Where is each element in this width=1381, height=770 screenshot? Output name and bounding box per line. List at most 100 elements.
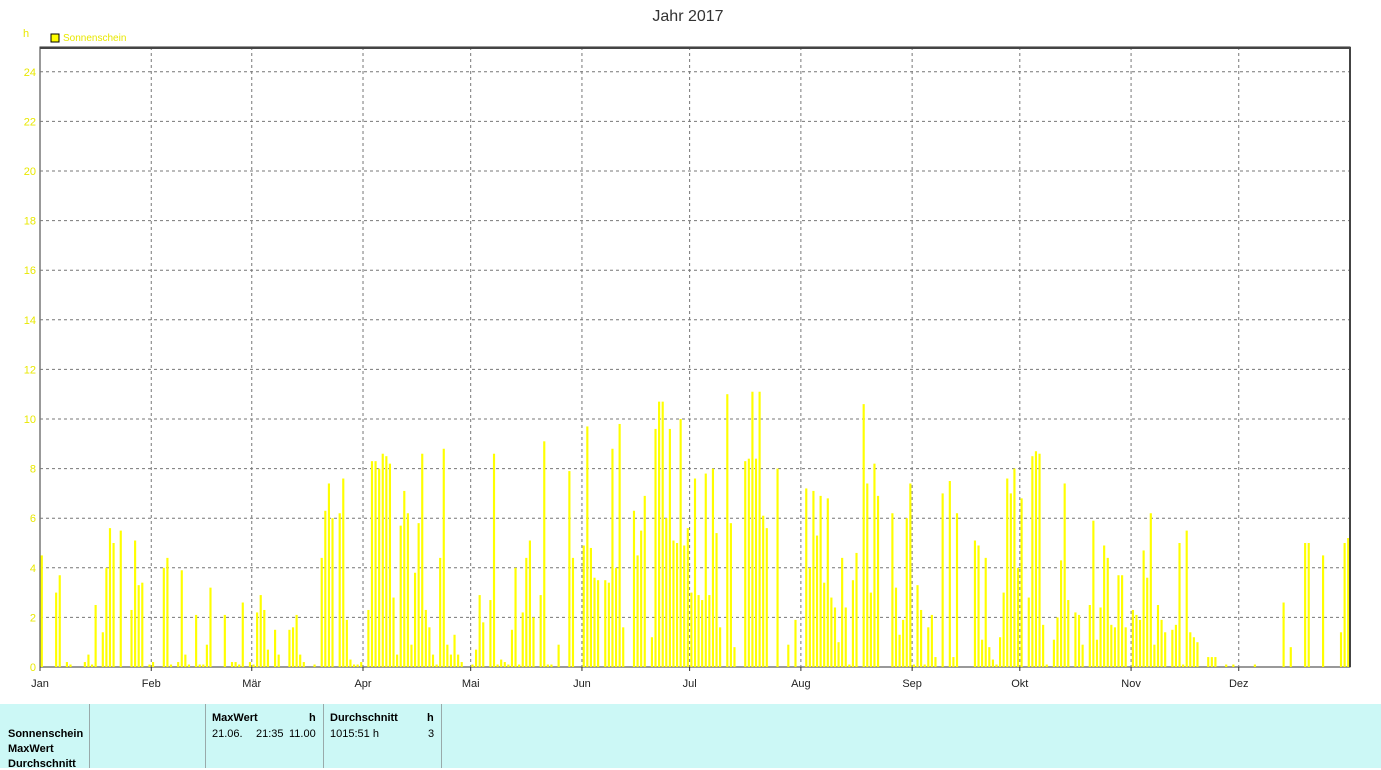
avg-header: Durchschnitt: [330, 712, 398, 724]
bar-day-228: [855, 552, 858, 667]
bar-day-333: [1232, 664, 1235, 667]
x-tick-label-sep: Sep: [902, 678, 922, 690]
bar-day-74: [302, 662, 305, 667]
bar-day-28: [137, 585, 140, 667]
y-tick-label: 12: [24, 364, 36, 376]
bar-day-309: [1146, 577, 1149, 667]
bar-day-155: [593, 577, 596, 667]
bar-day-63: [263, 609, 266, 667]
bar-day-14: [87, 654, 90, 667]
bar-day-221: [830, 597, 833, 667]
bar-day-266: [991, 659, 994, 667]
bar-day-206: [776, 468, 779, 667]
bar-day-169: [643, 495, 646, 667]
bar-day-138: [532, 617, 535, 667]
bar-day-192: [726, 394, 729, 667]
bar-day-141: [543, 441, 546, 667]
bar-day-99: [392, 597, 395, 667]
x-tick-label-nov: Nov: [1121, 678, 1141, 690]
bar-day-327: [1210, 657, 1213, 667]
x-axis-ticks: Jan Feb Mär Apr Mai Jun Jul Aug Sep Okt Nov Dez: [31, 667, 1249, 690]
chart-title: Jahr 2017: [652, 8, 723, 25]
bar-day-216: [812, 490, 815, 667]
bar-day-219: [823, 582, 826, 667]
bar-day-300: [1113, 627, 1116, 667]
bar-day-317: [1174, 624, 1178, 667]
bar-day-168: [640, 530, 643, 667]
bar-day-358: [1322, 555, 1325, 667]
bar-day-331: [1225, 664, 1228, 667]
bar-day-161: [614, 567, 618, 667]
bar-day-109: [428, 627, 431, 667]
bar-day-134: [518, 664, 521, 667]
bar-day-254: [948, 481, 951, 667]
bar-day-44: [195, 614, 198, 667]
max-unit: h: [309, 712, 316, 724]
bar-day-178: [675, 543, 679, 667]
bar-day-233: [873, 463, 876, 667]
bar-day-312: [1156, 605, 1160, 667]
avg-total: 1015:51 h: [330, 728, 379, 740]
bar-day-307: [1138, 619, 1142, 667]
bar-day-318: [1178, 543, 1181, 667]
y-tick-label: 0: [30, 662, 36, 674]
bar-day-107: [421, 453, 424, 667]
bar-day-294: [1092, 520, 1095, 667]
x-tick-label-okt: Okt: [1011, 678, 1028, 690]
bar-day-13: [83, 662, 86, 667]
legend-swatch: [50, 33, 60, 43]
bar-day-103: [406, 513, 409, 667]
bar-day-45: [198, 664, 201, 667]
bar-day-203: [765, 528, 768, 667]
bar-day-231: [866, 483, 869, 667]
bar-day-18: [101, 632, 104, 667]
bar-day-268: [998, 637, 1002, 667]
bar-day-80: [324, 510, 327, 667]
y-axis-ticks: 024681012141618202224: [24, 67, 36, 674]
bar-day-326: [1207, 657, 1210, 667]
bar-day-264: [984, 557, 987, 667]
max-time: 21:35: [256, 728, 284, 740]
bar-day-272: [1013, 468, 1016, 667]
bar-day-302: [1121, 575, 1124, 667]
bar-day-234: [876, 495, 880, 667]
bar-day-127: [492, 453, 496, 667]
bar-day-250: [934, 657, 937, 667]
bar-day-182: [690, 592, 693, 667]
bar-day-94: [374, 461, 377, 667]
bar-day-252: [941, 493, 944, 667]
bar-day-163: [622, 627, 625, 667]
bar-day-129: [500, 659, 503, 667]
bar-day-222: [833, 607, 837, 667]
x-tick-label-jan: Jan: [31, 678, 49, 690]
bar-day-128: [496, 664, 499, 667]
y-tick-label: 16: [24, 265, 36, 277]
bar-day-301: [1117, 575, 1120, 667]
bar-day-311: [1153, 644, 1156, 667]
bar-day-188: [711, 468, 715, 667]
bar-day-202: [762, 515, 765, 667]
bar-day-149: [571, 557, 575, 667]
bar-day-142: [546, 664, 549, 667]
bar-day-286: [1063, 483, 1066, 667]
bar-day-48: [209, 587, 212, 667]
bar-day-148: [568, 471, 571, 667]
bar-day-284: [1056, 617, 1059, 667]
bar-day-273: [1016, 567, 1020, 667]
bar-day-290: [1077, 614, 1081, 667]
bar-day-27: [134, 540, 137, 667]
bar-day-262: [977, 545, 980, 667]
bar-day-308: [1142, 550, 1145, 667]
bar-day-29: [141, 582, 144, 667]
bar-day-187: [708, 595, 711, 667]
bar-day-154: [589, 547, 592, 667]
bar-day-140: [539, 595, 542, 667]
bar-day-185: [701, 600, 704, 667]
bar-day-242: [905, 518, 908, 667]
bar-day-105: [413, 572, 417, 667]
bar-day-9: [69, 664, 72, 667]
bar-day-81: [327, 483, 330, 667]
x-tick-label-jul: Jul: [683, 678, 697, 690]
bar-day-256: [955, 513, 959, 667]
bar-day-55: [234, 662, 237, 667]
